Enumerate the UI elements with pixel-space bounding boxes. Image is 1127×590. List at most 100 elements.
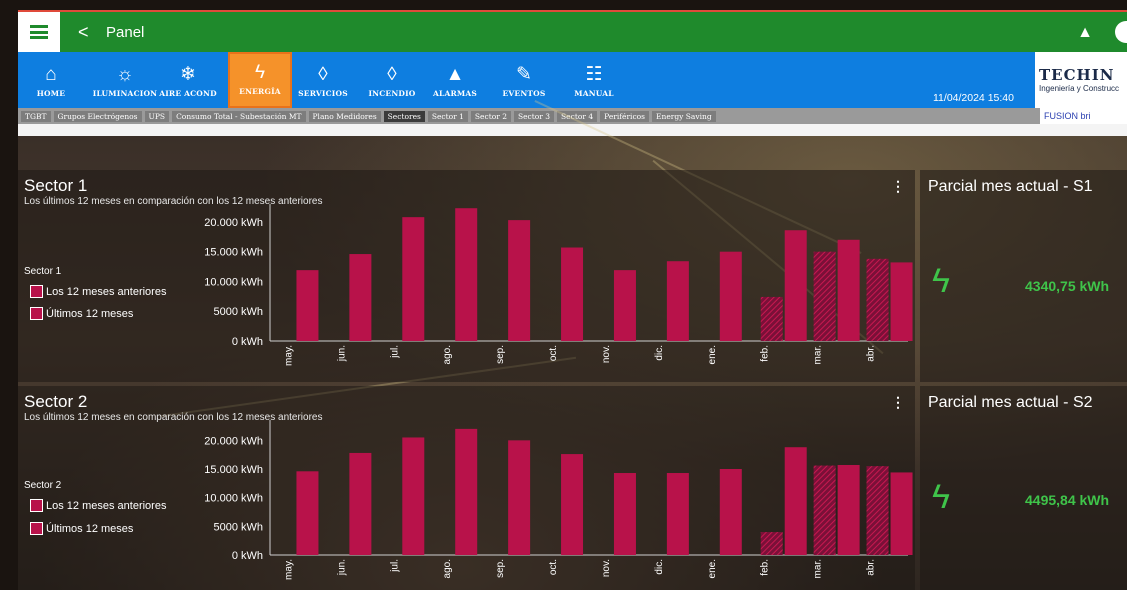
- tab-consumo-total-subestación-mt[interactable]: Consumo Total - Subestación MT: [172, 110, 306, 122]
- tab-sectores[interactable]: Sectores: [383, 110, 425, 122]
- bar-last-12[interactable]: [837, 464, 860, 555]
- x-tick-label: mar.: [813, 559, 824, 578]
- bar-last-12[interactable]: [349, 452, 372, 555]
- bar-last-12[interactable]: [508, 440, 531, 555]
- tab-energy-saving[interactable]: Energy Saving: [652, 110, 716, 122]
- tab-tgbt[interactable]: TGBT: [21, 110, 51, 122]
- x-tick-label: sep.: [495, 559, 506, 578]
- menu-icon[interactable]: [18, 12, 60, 52]
- bar-last-12[interactable]: [890, 262, 913, 341]
- bar-last-12[interactable]: [296, 471, 319, 555]
- y-tick-label: 5000 kWh: [213, 306, 263, 318]
- x-tick-label: feb.: [760, 559, 771, 576]
- tab-sector-1[interactable]: Sector 1: [427, 110, 468, 122]
- nav-item-home[interactable]: ⌂ HOME: [30, 52, 72, 108]
- tab-sector-2[interactable]: Sector 2: [470, 110, 511, 122]
- x-tick-label: nov.: [601, 559, 612, 577]
- section-tabs: TGBT Grupos Electrógenos UPS Consumo Total …: [18, 108, 1127, 124]
- nav-item-eventos[interactable]: ✎ EVENTOS: [496, 52, 552, 108]
- x-tick-label: ene.: [707, 559, 718, 578]
- bar-previous[interactable]: [813, 465, 836, 555]
- bar-previous[interactable]: [813, 251, 836, 341]
- bar-last-12[interactable]: [613, 270, 636, 341]
- x-tick-label: may.: [283, 559, 294, 580]
- y-tick-label: 20.000 kWh: [204, 435, 263, 447]
- sun-icon: ☼: [116, 64, 134, 85]
- module-nav: 11/04/2024 15:40 TECHIN Ingeniería y Con…: [18, 52, 1127, 108]
- x-tick-label: abr.: [866, 345, 877, 362]
- nav-item-label: AIRE ACOND: [159, 89, 217, 98]
- bar-last-12[interactable]: [402, 437, 425, 555]
- bell-icon[interactable]: ▲: [1077, 24, 1093, 42]
- fusion-logo: FUSION bri: [1040, 108, 1127, 124]
- bar-last-12[interactable]: [561, 454, 584, 555]
- bar-previous[interactable]: [760, 532, 783, 555]
- bar-last-12[interactable]: [296, 270, 319, 341]
- y-tick-label: 10.000 kWh: [204, 493, 263, 505]
- nav-item-alarmas[interactable]: ▲ ALARMAS: [429, 52, 481, 108]
- bar-chart: 0 kWh 5000 kWh 10.000 kWh 15.000 kWh 20.000 …: [204, 204, 913, 366]
- tab-grupos-electrógenos[interactable]: Grupos Electrógenos: [53, 110, 142, 122]
- drop-icon: ◊: [318, 64, 328, 85]
- bar-last-12[interactable]: [837, 239, 860, 341]
- x-tick-label: feb.: [760, 345, 771, 362]
- bar-previous[interactable]: [866, 258, 889, 341]
- nav-item-iluminacion[interactable]: ☼ ILUMINACION: [88, 52, 162, 108]
- bar-last-12[interactable]: [349, 254, 372, 341]
- x-tick-label: dic.: [654, 559, 665, 575]
- tab-plano-medidores[interactable]: Plano Medidores: [308, 110, 381, 122]
- bar-previous[interactable]: [866, 466, 889, 555]
- nav-item-energía[interactable]: ϟ ENERGÍA: [228, 52, 292, 108]
- bar-last-12[interactable]: [890, 472, 913, 555]
- partial-s2-card: Parcial mes actual - S2 ϟ 4495,84 kWh: [920, 386, 1127, 590]
- bolt-icon: ϟ: [254, 62, 266, 83]
- y-tick-label: 0 kWh: [232, 550, 263, 562]
- y-tick-label: 15.000 kWh: [204, 247, 263, 259]
- partial-value: 4495,84 kWh: [1025, 492, 1110, 508]
- bar-last-12[interactable]: [613, 473, 636, 555]
- avatar[interactable]: [1115, 21, 1127, 43]
- x-tick-label: dic.: [654, 345, 665, 361]
- x-tick-label: oct.: [548, 559, 559, 575]
- y-tick-label: 15.000 kWh: [204, 464, 263, 476]
- nav-item-servicios[interactable]: ◊ SERVICIOS: [294, 52, 352, 108]
- nav-item-incendio[interactable]: ◊ INCENDIO: [362, 52, 422, 108]
- nav-item-label: INCENDIO: [368, 89, 416, 98]
- manual-icon: ☷: [585, 64, 603, 85]
- x-tick-label: ago.: [442, 559, 453, 578]
- bar-last-12[interactable]: [784, 230, 807, 341]
- bar-previous[interactable]: [760, 296, 783, 341]
- bar-last-12[interactable]: [719, 251, 742, 341]
- x-tick-label: nov.: [601, 345, 612, 363]
- tab-ups[interactable]: UPS: [144, 110, 170, 122]
- app-root: < Panel ▲ 11/04/2024 15:40 TECHIN Ingeni…: [0, 0, 1127, 590]
- nav-item-label: ALARMAS: [432, 89, 478, 98]
- nav-item-label: ILUMINACION: [92, 89, 158, 98]
- chevron-left-icon[interactable]: <: [78, 22, 98, 43]
- bar-last-12[interactable]: [455, 208, 478, 341]
- partial-value: 4340,75 kWh: [1025, 278, 1110, 294]
- bar-last-12[interactable]: [719, 469, 742, 555]
- nav-item-aire-acond[interactable]: ❄ AIRE ACOND: [158, 52, 218, 108]
- page-title: Panel: [106, 23, 145, 41]
- bar-last-12[interactable]: [508, 220, 531, 341]
- nav-item-manual[interactable]: ☷ MANUAL: [566, 52, 622, 108]
- bar-last-12[interactable]: [666, 473, 689, 555]
- x-tick-label: mar.: [813, 345, 824, 364]
- datetime: 11/04/2024 15:40: [933, 92, 1014, 104]
- bar-last-12[interactable]: [402, 217, 425, 341]
- tab-periféricos[interactable]: Periféricos: [600, 110, 650, 122]
- x-tick-label: jul.: [389, 559, 400, 573]
- x-tick-label: jun.: [336, 559, 347, 576]
- bar-last-12[interactable]: [666, 261, 689, 341]
- company-logo: TECHIN Ingeniería y Construcc: [1035, 52, 1127, 108]
- divider: [18, 124, 1127, 136]
- top-bar: < Panel ▲: [18, 10, 1127, 52]
- bar-last-12[interactable]: [455, 428, 478, 555]
- bar-last-12[interactable]: [784, 447, 807, 555]
- x-tick-label: sep.: [495, 345, 506, 364]
- bar-chart: 0 kWh 5000 kWh 10.000 kWh 15.000 kWh 20.000 …: [204, 420, 913, 580]
- tab-sector-3[interactable]: Sector 3: [513, 110, 555, 122]
- bar-last-12[interactable]: [561, 247, 584, 341]
- partial-s1-card: Parcial mes actual - S1 ϟ 4340,75 kWh: [920, 170, 1127, 382]
